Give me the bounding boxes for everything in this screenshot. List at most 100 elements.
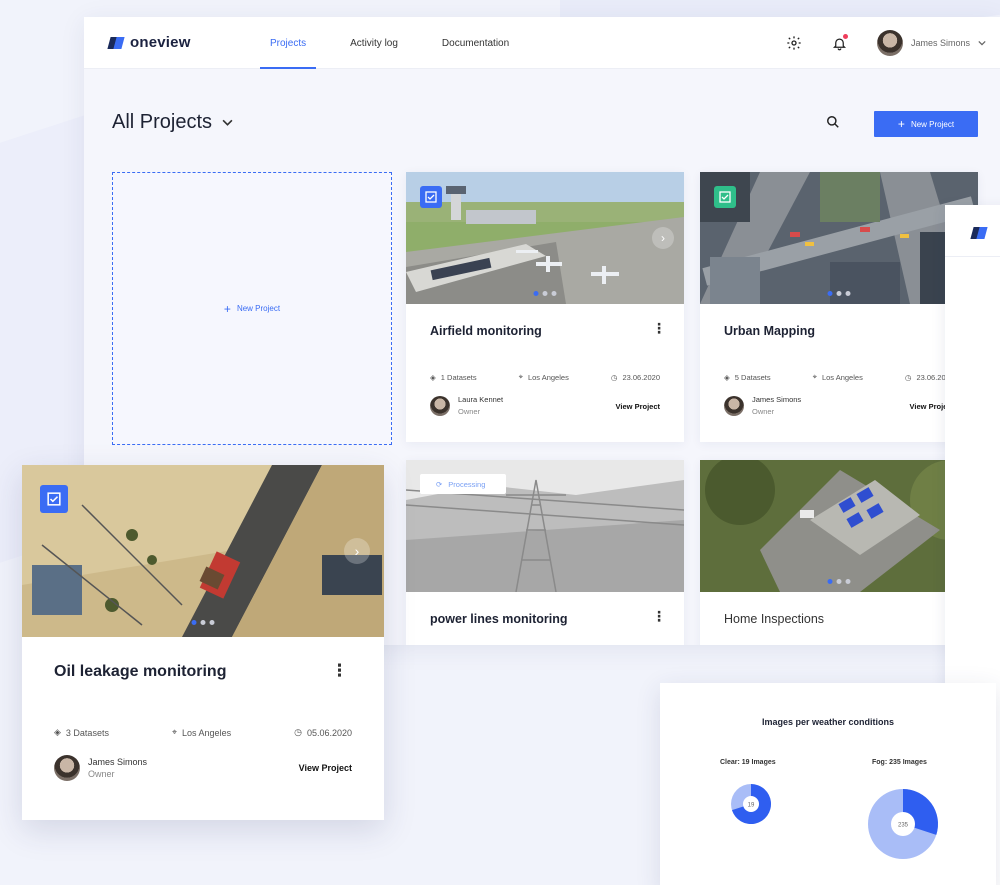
home-inspection-image [700, 460, 978, 592]
carousel-dots [191, 620, 215, 625]
search-icon [827, 116, 839, 128]
weather-chart-panel: Images per weather conditions Clear: 19 … [660, 683, 996, 885]
sync-icon: ⟳ [436, 479, 443, 489]
project-card-home-inspections[interactable]: Home Inspections ⋮ [700, 460, 978, 645]
project-meta: ◈ 3 Datasets ⌖ Los Angeles ◷ 05.06.2020 [54, 727, 352, 738]
settings-button[interactable] [785, 34, 803, 52]
oil-field-image [22, 465, 384, 637]
project-thumbnail [700, 460, 978, 592]
checkbox-icon [719, 191, 731, 203]
project-title: power lines monitoring [430, 612, 568, 626]
carousel-dots [533, 291, 557, 296]
chevron-down-icon [222, 119, 233, 126]
clock-icon: ◷ [610, 372, 618, 382]
donut-charts: 19 235 [731, 784, 938, 859]
more-options-button[interactable]: ⋮ [652, 608, 666, 625]
carousel-dots [827, 579, 851, 584]
nav-projects[interactable]: Projects [254, 17, 322, 69]
next-image-button[interactable]: › [652, 227, 674, 249]
new-project-button[interactable]: + New Project [874, 111, 978, 137]
secondary-window-header [945, 205, 1000, 257]
new-project-label: New Project [910, 119, 955, 129]
top-right-controls: James Simons [785, 17, 986, 69]
next-image-button[interactable]: › [344, 538, 370, 564]
clock-icon: ◷ [904, 372, 912, 382]
project-thumbnail: › [406, 172, 684, 304]
view-project-link[interactable]: View Project [616, 402, 660, 411]
top-navigation-bar: oneview Projects Activity log Documentat… [84, 17, 1000, 69]
location: Los Angeles [182, 727, 232, 738]
project-thumbnail [700, 172, 978, 304]
featured-project-card[interactable]: › Oil leakage monitoring ⋮ ◈ 3 Datasets ⌖… [22, 465, 384, 820]
checked-badge [40, 485, 68, 513]
layers-icon: ◈ [54, 727, 61, 737]
layers-icon: ◈ [724, 372, 730, 382]
project-title: Oil leakage monitoring [54, 663, 227, 680]
logo-icon [107, 35, 125, 51]
page-title-text: All Projects [112, 111, 213, 133]
view-project-link[interactable]: View Project [299, 763, 352, 773]
owner-role: Owner [752, 407, 775, 416]
checked-badge [714, 186, 736, 208]
card-body: Urban Mapping ⋮ ◈5 Datasets ⌖Los Angeles… [700, 304, 978, 442]
owner-role: Owner [458, 407, 481, 416]
airfield-image [406, 172, 684, 304]
project-thumbnail: › [22, 465, 384, 637]
avatar [724, 396, 744, 416]
owner-row: Laura Kennet Owner View Project [430, 394, 660, 418]
datasets-count: 1 Datasets [440, 372, 477, 382]
card-body: Airfield monitoring ⋮ ◈ 1 Datasets ⌖ Los A… [406, 304, 684, 442]
add-project-label: New Project [236, 304, 281, 313]
checkbox-icon [425, 191, 437, 203]
logo-icon [970, 225, 988, 241]
location-pin-icon: ⌖ [812, 372, 817, 381]
project-card-airfield[interactable]: › Airfield monitoring ⋮ ◈ 1 Datasets ⌖ Los… [406, 172, 684, 442]
processing-status-badge: ⟳ Processing [420, 474, 506, 494]
project-meta: ◈ 5 Datasets ⌖ Los Angeles ◷ 23.06.2020 [724, 372, 954, 382]
location-pin-icon: ⌖ [171, 727, 178, 737]
more-options-button[interactable]: ⋮ [652, 320, 666, 337]
project-meta: ◈ 1 Datasets ⌖ Los Angeles ◷ 23.06.2020 [430, 372, 660, 382]
gear-icon [787, 36, 801, 50]
search-button[interactable] [826, 115, 840, 134]
datasets-count: 3 Datasets [65, 727, 109, 738]
location: Los Angeles [821, 372, 863, 382]
owner-row: James Simons Owner View Project [54, 755, 352, 781]
project-title: Airfield monitoring [430, 324, 542, 338]
notification-dot [842, 34, 848, 39]
processing-label: Processing [448, 479, 486, 489]
checkbox-icon [47, 492, 61, 506]
page-title[interactable]: All Projects [112, 111, 233, 134]
owner-name: James Simons [88, 757, 148, 767]
owner-row: James Simons Owner View Project [724, 394, 954, 418]
more-options-button[interactable]: ⋮ [331, 661, 348, 681]
urban-image [700, 172, 978, 304]
carousel-dots [827, 291, 851, 296]
donut-center-value: 19 [748, 803, 755, 809]
owner-name: James Simons [752, 395, 802, 404]
nav-activity-log[interactable]: Activity log [334, 17, 414, 69]
donut-center-value: 235 [898, 823, 909, 829]
project-thumbnail: ⟳ Processing [406, 460, 684, 592]
notifications-button[interactable] [831, 34, 849, 52]
card-body: Oil leakage monitoring ⋮ ◈ 3 Datasets ⌖ Lo… [22, 637, 384, 820]
avatar [430, 396, 450, 416]
main-nav: Projects Activity log Documentation [254, 17, 537, 69]
user-menu[interactable]: James Simons [876, 30, 986, 56]
checked-badge [420, 186, 442, 208]
add-project-card[interactable]: + New Project [112, 172, 392, 445]
fog-label: Fog: 235 Images [872, 759, 927, 766]
layers-icon: ◈ [430, 372, 436, 382]
user-name: James Simons [910, 38, 970, 48]
clear-label: Clear: 19 Images [720, 759, 776, 766]
nav-documentation[interactable]: Documentation [426, 17, 525, 69]
project-card-urban[interactable]: Urban Mapping ⋮ ◈5 Datasets ⌖Los Angeles… [700, 172, 978, 442]
project-card-power-lines[interactable]: ⟳ Processing power lines monitoring ⋮ [406, 460, 684, 645]
plus-icon: + [223, 301, 231, 316]
date: 23.06.2020 [622, 372, 660, 382]
app-logo[interactable]: oneview [107, 34, 191, 51]
avatar [54, 755, 80, 781]
datasets-count: 5 Datasets [734, 372, 771, 382]
avatar [876, 30, 903, 56]
card-body: power lines monitoring ⋮ [406, 592, 684, 645]
